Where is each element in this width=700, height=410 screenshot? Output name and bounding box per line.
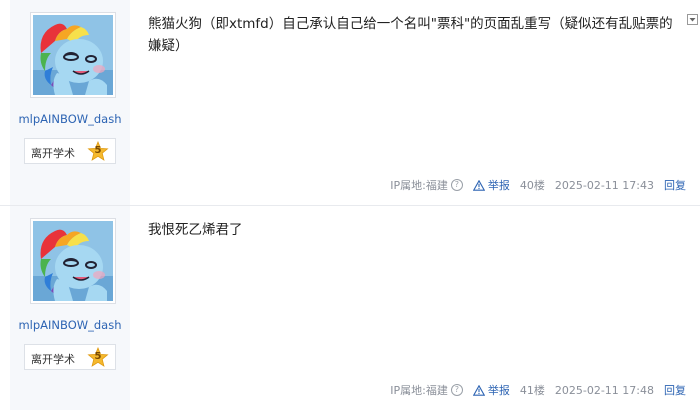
post-time: 2025-02-11 17:43 bbox=[554, 178, 654, 192]
author-sidebar: mlpAINBOW_dash 离开学术 5 bbox=[10, 206, 130, 410]
thread-post-list: mlpAINBOW_dash 离开学术 5 熊猫火狗（即xtmfd）自己承认自己… bbox=[0, 0, 700, 410]
post-content: 我恨死乙烯君了 bbox=[148, 222, 243, 238]
post-floor-41: mlpAINBOW_dash 离开学术 5 我恨死乙烯君了 IP属地:福建 ? … bbox=[0, 206, 700, 410]
warning-triangle-icon bbox=[472, 179, 485, 191]
level-badge[interactable]: 离开学术 5 bbox=[24, 344, 116, 370]
post-time: 2025-02-11 17:48 bbox=[554, 383, 654, 397]
question-circle-icon[interactable]: ? bbox=[450, 179, 463, 191]
username-link[interactable]: mlpAINBOW_dash bbox=[10, 112, 130, 126]
question-circle-icon[interactable]: ? bbox=[450, 384, 463, 396]
rainbow-dash-avatar-icon bbox=[33, 15, 113, 95]
ip-location: IP属地:福建 bbox=[390, 179, 448, 192]
level-badge[interactable]: 离开学术 5 bbox=[24, 138, 116, 164]
avatar[interactable] bbox=[30, 12, 116, 98]
post-meta: IP属地:福建 ? 举报 40楼 2025-02-11 17:43 回复 bbox=[390, 177, 686, 193]
floor-number: 40楼 bbox=[519, 179, 545, 192]
level-number: 5 bbox=[94, 351, 102, 362]
report-label: 举报 bbox=[487, 179, 510, 192]
reply-link[interactable]: 回复 bbox=[664, 177, 686, 193]
report-button[interactable]: 举报 bbox=[472, 177, 510, 193]
avatar[interactable] bbox=[30, 218, 116, 304]
ip-location: IP属地:福建 bbox=[390, 384, 448, 397]
reply-link[interactable]: 回复 bbox=[664, 382, 686, 398]
collapse-toggle-button[interactable] bbox=[687, 14, 698, 25]
level-name: 离开学术 bbox=[31, 353, 75, 366]
author-sidebar: mlpAINBOW_dash 离开学术 5 bbox=[10, 0, 130, 205]
post-meta: IP属地:福建 ? 举报 41楼 2025-02-11 17:48 回复 bbox=[390, 382, 686, 398]
post-content: 熊猫火狗（即xtmfd）自己承认自己给一个名叫"票科"的页面乱重写（疑似还有乱贴… bbox=[148, 16, 673, 54]
floor-number: 41楼 bbox=[519, 384, 545, 397]
chevron-down-icon bbox=[689, 18, 696, 22]
warning-triangle-icon bbox=[472, 384, 485, 396]
username-link[interactable]: mlpAINBOW_dash bbox=[10, 318, 130, 332]
rainbow-dash-avatar-icon bbox=[33, 221, 113, 301]
report-button[interactable]: 举报 bbox=[472, 382, 510, 398]
post-floor-40: mlpAINBOW_dash 离开学术 5 熊猫火狗（即xtmfd）自己承认自己… bbox=[0, 0, 700, 206]
level-name: 离开学术 bbox=[31, 147, 75, 160]
level-number: 5 bbox=[94, 145, 102, 156]
report-label: 举报 bbox=[487, 384, 510, 397]
